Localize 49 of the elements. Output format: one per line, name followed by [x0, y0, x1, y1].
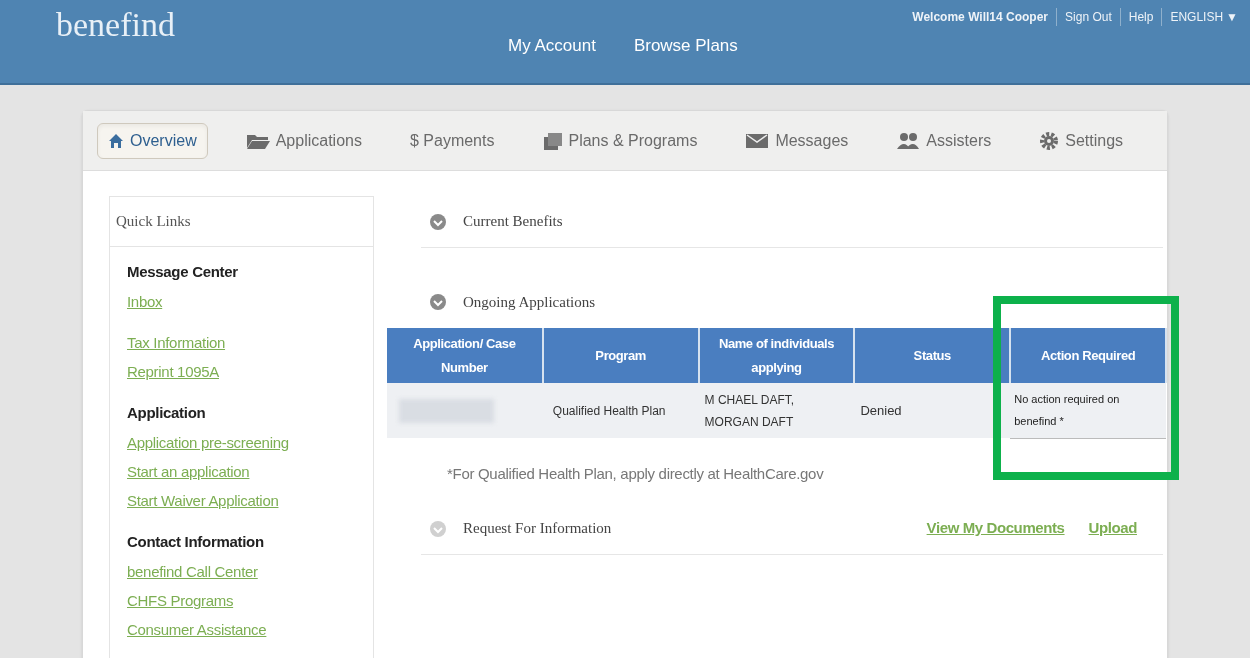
table-cell: Qualified Health Plan — [542, 383, 699, 438]
column-header: Application/ Case Number — [387, 328, 543, 383]
table-cell: No action required on benefind * — [1010, 383, 1166, 438]
nav-link[interactable]: My Account — [508, 33, 596, 59]
sidebar-link[interactable]: Inbox — [127, 287, 163, 316]
user-greeting: Welcome Will14 Cooper — [911, 9, 1050, 26]
sidebar-link[interactable]: CHFS Programs — [127, 586, 234, 615]
column-header: Name of individuals applying — [698, 328, 855, 383]
sidebar-link[interactable]: Reprint 1095A — [127, 357, 219, 386]
home-icon — [108, 132, 124, 149]
nav-link[interactable]: Browse Plans — [633, 33, 738, 59]
sidebar-title: Quick Links — [110, 197, 373, 247]
gear-icon — [1039, 130, 1060, 151]
folder-icon — [245, 132, 270, 149]
table-cell: Denied — [854, 383, 1011, 438]
nav-tab[interactable]: Applications — [235, 122, 372, 159]
sidebar-link[interactable]: Tax Information — [127, 328, 226, 357]
header-link[interactable]: Help — [1119, 8, 1162, 26]
sidebar-heading: Application — [127, 402, 207, 423]
header-link[interactable]: Sign Out — [1056, 8, 1120, 26]
sidebar-heading: Contact Information — [127, 531, 265, 552]
sidebar-link[interactable]: Consumer Assistance — [127, 615, 267, 644]
link[interactable]: Upload — [1088, 517, 1137, 540]
sidebar-link[interactable]: Start an application — [127, 457, 250, 486]
nav-tab[interactable]: $ Payments — [399, 122, 505, 159]
language-selector[interactable]: ENGLISH ▼ — [1161, 8, 1238, 26]
people-icon — [896, 131, 921, 150]
sidebar-link[interactable]: Start Waiver Application — [127, 486, 279, 515]
section-title[interactable]: Request For Information — [463, 517, 612, 540]
column-header: Status — [854, 328, 1011, 383]
link[interactable]: View My Documents — [926, 517, 1065, 540]
nav-tab[interactable]: Overview — [97, 122, 208, 159]
table-cell-text: MORGAN DAFT — [704, 413, 794, 431]
section-title[interactable]: Current Benefits — [463, 210, 563, 233]
nav-tab[interactable]: Settings — [1029, 122, 1134, 159]
sidebar-link[interactable]: benefind Call Center — [127, 557, 258, 586]
logo[interactable]: benefind — [56, 8, 175, 42]
sidebar-heading: Message Center — [127, 261, 239, 282]
table-cell-text: M CHAEL DAFT, — [704, 391, 795, 409]
column-header: Action Required — [1010, 328, 1166, 383]
sidebar-link[interactable]: Application pre-screening — [127, 428, 289, 457]
envelope-icon — [745, 132, 770, 149]
section-title[interactable]: Ongoing Applications — [463, 290, 596, 314]
column-header: Program — [542, 328, 699, 383]
nav-tab[interactable]: Messages — [735, 122, 859, 159]
nav-tab[interactable]: Plans & Programs — [532, 122, 708, 159]
footnote-text: *For Qualified Health Plan, apply directly at HealthCare.gov — [447, 463, 824, 484]
documents-icon — [542, 131, 563, 150]
nav-tab[interactable]: Assisters — [886, 122, 1002, 159]
